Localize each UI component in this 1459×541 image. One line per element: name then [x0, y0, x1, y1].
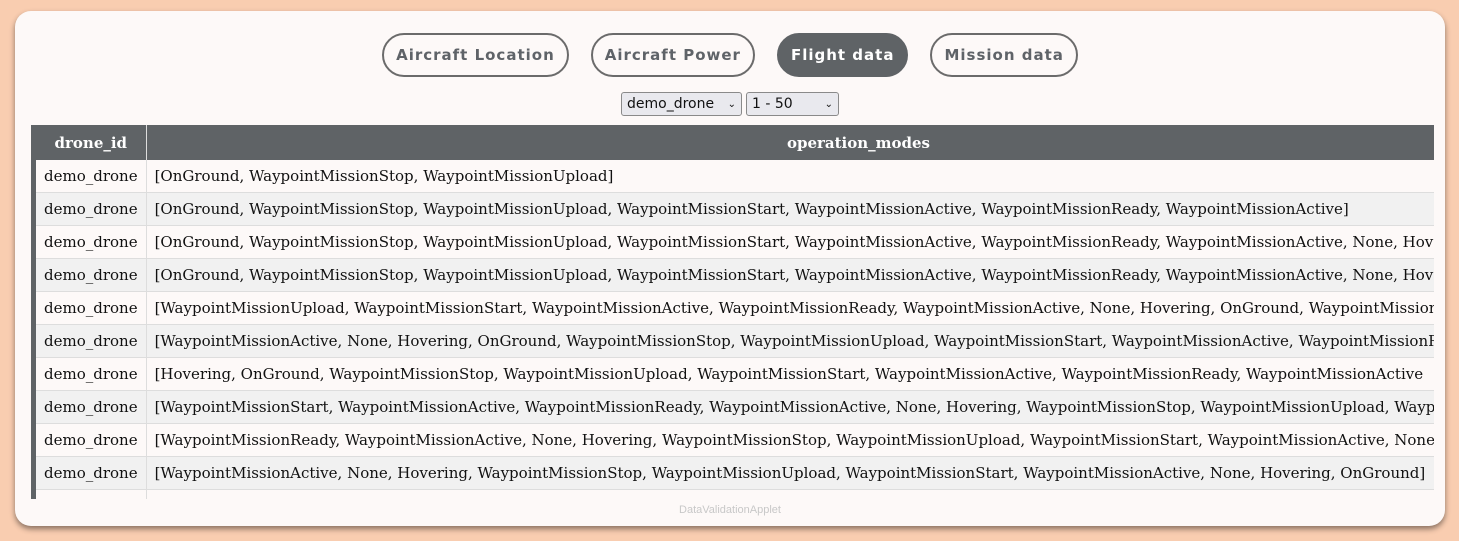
cell-operation-modes: [OnGround, WaypointMissionStop, Waypoint… — [146, 160, 1434, 193]
table-row[interactable]: demo_drone [OnGround, WaypointMissionStop… — [36, 258, 1434, 292]
table-row[interactable]: demo_drone [Hovering, OnGround, WaypointM… — [36, 357, 1434, 391]
table-row[interactable]: demo_drone [WaypointMissionReady, Waypoin… — [36, 423, 1434, 457]
cell-drone-id: demo_drone — [36, 192, 147, 226]
data-table-scroll[interactable]: drone_id operation_modes demo_drone [OnGr… — [31, 125, 1434, 499]
table-row[interactable]: demo_drone [WaypointMissionUpload, Waypoi… — [36, 291, 1434, 325]
cell-drone-id: demo_drone — [36, 489, 147, 499]
tab-mission-data[interactable]: Mission data — [930, 33, 1078, 77]
column-header-drone-id[interactable]: drone_id — [36, 125, 147, 160]
cell-drone-id: demo_drone — [36, 390, 147, 424]
footer-label: DataValidationApplet — [679, 504, 781, 516]
range-select-value: 1 - 50 — [752, 96, 793, 112]
tab-aircraft-location[interactable]: Aircraft Location — [382, 33, 569, 77]
cell-drone-id: demo_drone — [36, 456, 147, 490]
tab-flight-data[interactable]: Flight data — [776, 33, 909, 77]
table-row[interactable]: demo_drone [OnGround, WaypointMissionStop… — [36, 192, 1434, 226]
filter-bar: demo_drone ⌄ 1 - 50 ⌄ — [15, 92, 1445, 116]
cell-drone-id: demo_drone — [36, 423, 147, 457]
cell-operation-modes: [WaypointMissionUpload, WaypointMissionS… — [146, 291, 1434, 325]
cell-operation-modes: [Hovering, WaypointMissionStop, Waypoint… — [146, 489, 1434, 499]
cell-operation-modes: [Hovering, OnGround, WaypointMissionStop… — [146, 357, 1434, 391]
table-row[interactable]: demo_drone[Hovering, WaypointMissionStop… — [36, 489, 1434, 499]
range-select[interactable]: 1 - 50 ⌄ — [746, 92, 839, 116]
tab-bar: Aircraft Location Aircraft Power Flight … — [15, 33, 1445, 77]
table-row[interactable]: demo_drone [WaypointMissionStart, Waypoin… — [36, 390, 1434, 424]
cell-drone-id: demo_drone — [36, 291, 147, 325]
drone-select[interactable]: demo_drone ⌄ — [621, 92, 742, 116]
cell-drone-id: demo_drone — [36, 225, 147, 259]
cell-drone-id: demo_drone — [36, 324, 147, 358]
cell-operation-modes: [WaypointMissionActive, None, Hovering, … — [146, 456, 1434, 490]
data-table: drone_id operation_modes demo_drone [OnGr… — [36, 125, 1434, 499]
cell-operation-modes: [WaypointMissionStart, WaypointMissionAc… — [146, 390, 1434, 424]
cell-drone-id: demo_drone — [36, 357, 147, 391]
cell-operation-modes: [WaypointMissionReady, WaypointMissionAc… — [146, 423, 1434, 457]
chevron-down-icon: ⌄ — [824, 98, 833, 110]
applet-card: Aircraft Location Aircraft Power Flight … — [15, 11, 1445, 526]
table-row[interactable]: demo_drone [OnGround, WaypointMissionStop… — [36, 225, 1434, 259]
table-row[interactable]: demo_drone [WaypointMissionActive, None, … — [36, 324, 1434, 358]
table-row[interactable]: demo_drone [WaypointMissionActive, None, … — [36, 456, 1434, 490]
cell-operation-modes: [WaypointMissionActive, None, Hovering, … — [146, 324, 1434, 358]
cell-operation-modes: [OnGround, WaypointMissionStop, Waypoint… — [146, 192, 1434, 226]
cell-operation-modes: [OnGround, WaypointMissionStop, Waypoint… — [146, 258, 1434, 292]
cell-operation-modes: [OnGround, WaypointMissionStop, Waypoint… — [146, 225, 1434, 259]
drone-select-value: demo_drone — [627, 96, 715, 112]
column-header-operation-modes[interactable]: operation_modes — [146, 125, 1434, 160]
chevron-down-icon: ⌄ — [727, 98, 736, 110]
cell-drone-id: demo_drone — [36, 258, 147, 292]
table-row[interactable]: demo_drone [OnGround, WaypointMissionStop… — [36, 160, 1434, 193]
tab-aircraft-power[interactable]: Aircraft Power — [590, 33, 755, 77]
cell-drone-id: demo_drone — [36, 160, 147, 193]
